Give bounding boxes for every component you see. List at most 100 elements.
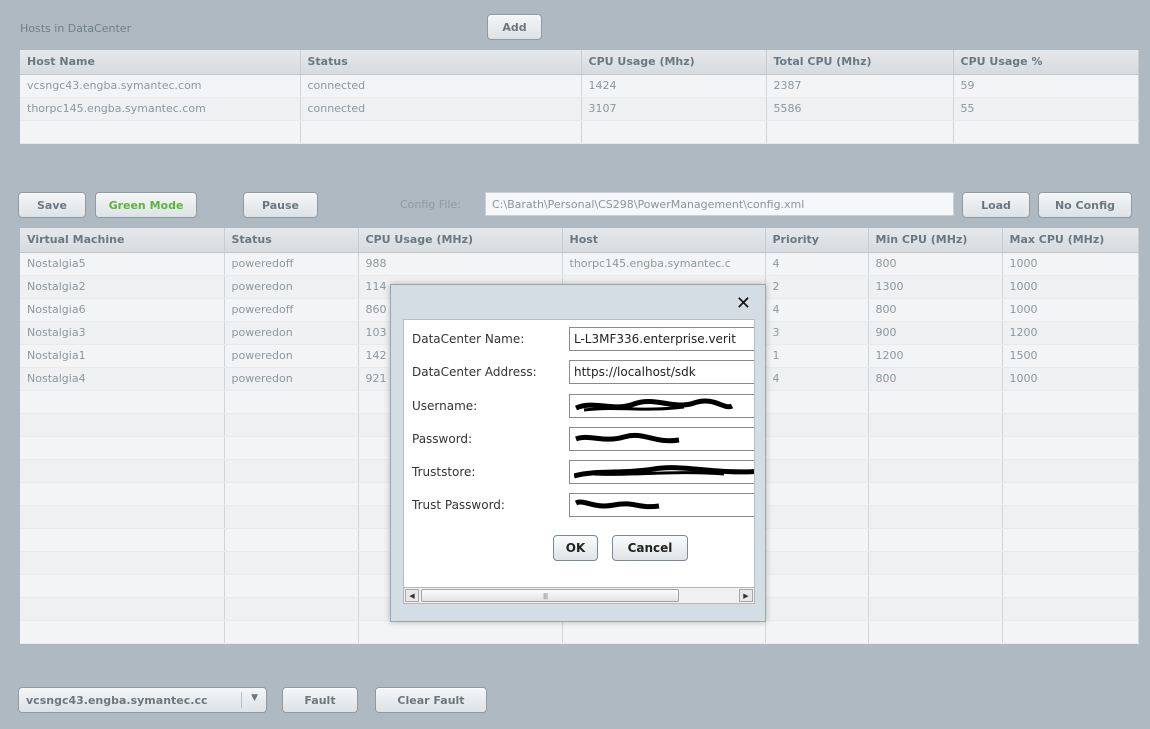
truststore-input[interactable] [569, 460, 754, 484]
ok-button[interactable]: OK [553, 535, 598, 561]
column-header[interactable]: Priority [765, 228, 869, 253]
table-cell: thorpc145.engba.symantec.com [20, 97, 301, 121]
datacenter-name-label: DataCenter Name: [412, 332, 525, 346]
table-cell: thorpc145.engba.symantec.c [562, 252, 766, 276]
table-cell: 800 [868, 367, 1003, 391]
config-file-input[interactable]: C:\Barath\Personal\CS298\PowerManagement… [485, 192, 954, 216]
chevron-down-icon: ▼ [251, 693, 258, 703]
table-cell: Nostalgia5 [20, 252, 225, 276]
table-cell: Nostalgia6 [20, 298, 225, 322]
table-cell: 1424 [581, 74, 767, 98]
dialog-horizontal-scrollbar[interactable]: ◀ |||| ▶ [403, 587, 755, 604]
table-cell: Nostalgia1 [20, 344, 225, 368]
table-cell: 1200 [868, 344, 1003, 368]
table-cell: poweredon [224, 321, 359, 345]
save-button[interactable]: Save [18, 192, 86, 218]
column-header[interactable]: Min CPU (MHz) [868, 228, 1003, 253]
config-file-label: Config File: [400, 198, 461, 211]
table-cell: 1000 [1002, 275, 1139, 299]
redaction-scribble [574, 398, 734, 412]
table-cell: 1000 [1002, 252, 1139, 276]
datacenter-address-label: DataCenter Address: [412, 365, 537, 379]
column-header[interactable]: Status [300, 50, 582, 75]
table-row[interactable]: thorpc145.engba.symantec.com connected 3… [20, 97, 1139, 121]
load-button[interactable]: Load [962, 192, 1030, 218]
table-cell: 1200 [1002, 321, 1139, 345]
column-header[interactable]: Host Name [20, 50, 301, 75]
add-host-button[interactable]: Add [487, 14, 542, 40]
table-cell: 5586 [766, 97, 954, 121]
trust-password-input[interactable] [569, 493, 754, 517]
column-header[interactable]: Total CPU (Mhz) [766, 50, 954, 75]
green-mode-button[interactable]: Green Mode [95, 192, 197, 218]
table-cell: connected [300, 74, 582, 98]
username-label: Username: [412, 399, 478, 413]
table-row [20, 620, 1139, 644]
password-input[interactable] [569, 427, 754, 451]
table-cell: 1300 [868, 275, 1003, 299]
clear-fault-button[interactable]: Clear Fault [375, 687, 487, 713]
hosts-section-title: Hosts in DataCenter [20, 22, 132, 35]
table-cell: 55 [953, 97, 1139, 121]
close-icon[interactable]: ✕ [736, 293, 751, 314]
table-cell: 1000 [1002, 298, 1139, 322]
table-cell: poweredoff [224, 252, 359, 276]
table-cell: Nostalgia2 [20, 275, 225, 299]
column-header[interactable]: Virtual Machine [20, 228, 225, 253]
table-cell: poweredon [224, 344, 359, 368]
host-select-value: vcsngc43.engba.symantec.cc [26, 693, 208, 707]
cancel-button[interactable]: Cancel [612, 535, 688, 561]
table-cell: poweredoff [224, 298, 359, 322]
datacenter-name-input[interactable]: L-L3MF336.enterprise.verit [569, 327, 754, 351]
table-cell: 3 [765, 321, 869, 345]
truststore-label: Truststore: [412, 465, 476, 479]
trust-password-label: Trust Password: [412, 498, 505, 512]
dialog-body: DataCenter Name: L-L3MF336.enterprise.ve… [403, 319, 755, 594]
scrollbar-thumb[interactable]: |||| [421, 589, 679, 602]
table-cell: 988 [358, 252, 563, 276]
table-cell: poweredon [224, 275, 359, 299]
host-select[interactable]: vcsngc43.engba.symantec.cc ▼ [18, 687, 267, 713]
no-config-button[interactable]: No Config [1038, 192, 1132, 218]
column-header[interactable]: CPU Usage (MHz) [358, 228, 563, 253]
table-cell: 2387 [766, 74, 954, 98]
scroll-left-icon[interactable]: ◀ [405, 589, 419, 602]
column-header[interactable]: Status [224, 228, 359, 253]
fault-button[interactable]: Fault [282, 687, 358, 713]
table-cell: 900 [868, 321, 1003, 345]
table-cell: Nostalgia3 [20, 321, 225, 345]
scroll-right-icon[interactable]: ▶ [739, 589, 753, 602]
vm-table-header: Virtual Machine Status CPU Usage (MHz) H… [20, 228, 1139, 253]
table-row [20, 120, 1139, 144]
table-cell: 1000 [1002, 367, 1139, 391]
table-cell: 4 [765, 298, 869, 322]
datacenter-address-input[interactable]: https://localhost/sdk [569, 360, 754, 384]
table-cell: 800 [868, 252, 1003, 276]
table-cell: 1 [765, 344, 869, 368]
column-header[interactable]: Host [562, 228, 766, 253]
column-header[interactable]: CPU Usage % [953, 50, 1139, 75]
column-header[interactable]: CPU Usage (Mhz) [581, 50, 767, 75]
table-row[interactable]: vcsngc43.engba.symantec.com connected 14… [20, 74, 1139, 98]
hosts-table-header: Host Name Status CPU Usage (Mhz) Total C… [20, 50, 1139, 75]
pause-button[interactable]: Pause [243, 192, 318, 218]
table-cell: 4 [765, 367, 869, 391]
column-header[interactable]: Max CPU (MHz) [1002, 228, 1139, 253]
table-cell: 1500 [1002, 344, 1139, 368]
username-input[interactable] [569, 394, 754, 418]
table-cell: Nostalgia4 [20, 367, 225, 391]
hosts-table: Host Name Status CPU Usage (Mhz) Total C… [20, 50, 1139, 144]
table-cell: poweredon [224, 367, 359, 391]
redaction-scribble [575, 433, 680, 444]
table-cell: connected [300, 97, 582, 121]
table-cell: 59 [953, 74, 1139, 98]
table-cell: 4 [765, 252, 869, 276]
table-cell: 800 [868, 298, 1003, 322]
redaction-scribble [574, 465, 754, 479]
redaction-scribble [574, 499, 660, 510]
table-cell: vcsngc43.engba.symantec.com [20, 74, 301, 98]
datacenter-login-dialog: ✕ DataCenter Name: L-L3MF336.enterprise.… [390, 284, 766, 622]
table-cell: 3107 [581, 97, 767, 121]
table-row[interactable]: Nostalgia5 poweredoff 988 thorpc145.engb… [20, 252, 1139, 276]
table-cell: 2 [765, 275, 869, 299]
